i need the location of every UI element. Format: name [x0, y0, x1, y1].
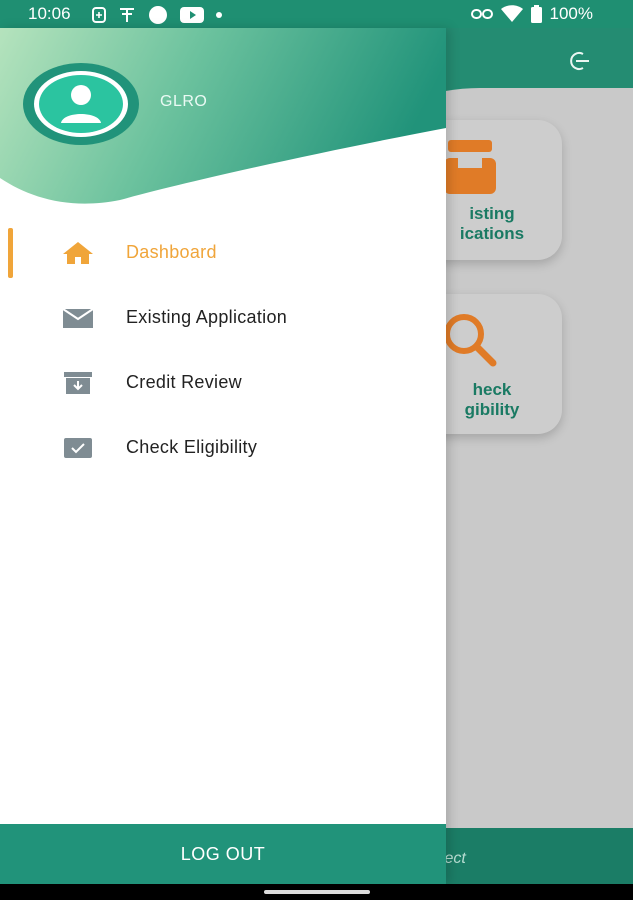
- menu-label-check-eligibility: Check Eligibility: [126, 437, 258, 457]
- logout-button[interactable]: LOG OUT: [0, 824, 446, 884]
- logout-icon[interactable]: [567, 50, 591, 72]
- menu-label-dashboard: Dashboard: [126, 242, 217, 262]
- battery-icon: [530, 5, 542, 23]
- checkbox-icon: [64, 438, 92, 458]
- system-status: 100%: [470, 4, 593, 24]
- status-bar: 10:06 100%: [0, 0, 633, 28]
- card-label: isting ications: [459, 204, 525, 243]
- menu-item-dashboard[interactable]: Dashboard: [0, 220, 446, 285]
- menu-label-credit-review: Credit Review: [126, 372, 242, 392]
- card-label: heck gibility: [464, 380, 520, 419]
- system-nav-bar: [0, 884, 633, 900]
- inbox-tray-icon: [444, 140, 496, 194]
- link-icon: [470, 9, 493, 19]
- user-icon: [71, 85, 91, 105]
- wifi-icon: [500, 5, 523, 22]
- search-icon: [444, 314, 497, 367]
- drawer-menu: Dashboard Existing Application Credit Re…: [0, 220, 446, 480]
- circle-icon: [149, 6, 167, 24]
- status-time: 10:06: [28, 4, 71, 23]
- vpn-key-icon: [120, 8, 134, 22]
- notification-icons: [92, 5, 222, 25]
- menu-item-check-eligibility[interactable]: Check Eligibility: [0, 415, 446, 480]
- username: GLRO: [160, 93, 208, 110]
- archive-download-icon: [64, 372, 92, 394]
- active-indicator: [8, 228, 13, 278]
- navigation-drawer: GLRO Dashboard Existing Application Cred…: [0, 28, 446, 884]
- mail-icon: [62, 308, 94, 328]
- menu-item-credit-review[interactable]: Credit Review: [0, 350, 446, 415]
- battery-percent: 100%: [549, 4, 593, 23]
- menu-item-existing-application[interactable]: Existing Application: [0, 285, 446, 350]
- menu-label-existing-application: Existing Application: [126, 307, 288, 327]
- avatar[interactable]: [23, 63, 139, 145]
- youtube-icon: [180, 7, 204, 23]
- home-icon: [63, 242, 93, 264]
- app-notification-icon: [92, 7, 106, 23]
- dot-icon: [216, 12, 222, 18]
- home-gesture-handle[interactable]: [264, 890, 370, 894]
